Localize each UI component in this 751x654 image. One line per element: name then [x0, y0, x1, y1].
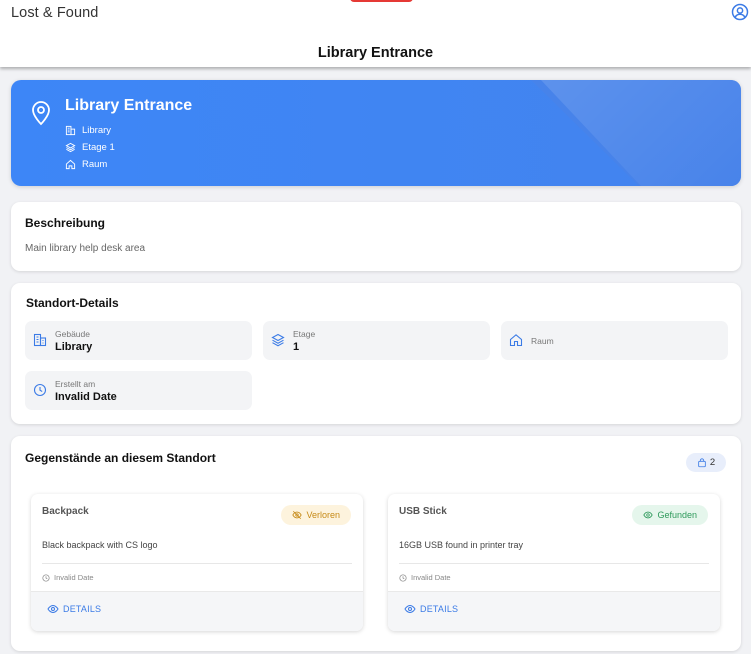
- detail-created: Erstellt am Invalid Date: [25, 371, 252, 410]
- clock-icon: [33, 383, 47, 397]
- status-badge-lost: Verloren: [281, 505, 351, 525]
- map-pin-icon: [32, 101, 50, 126]
- item-description: Black backpack with CS logo: [42, 540, 158, 550]
- hero-building-row: Library: [65, 123, 111, 137]
- app-bar: Lost & Found Library Entrance: [0, 0, 751, 67]
- item-date: Invalid Date: [399, 573, 451, 582]
- detail-building: Gebäude Library: [25, 321, 252, 360]
- divider: [42, 563, 352, 564]
- building-icon: [65, 125, 76, 135]
- items-count-badge: 2: [686, 453, 726, 472]
- hero-decoration-light: [541, 80, 741, 186]
- hero-building: Library: [82, 124, 112, 136]
- divider: [399, 563, 709, 564]
- clock-icon: [399, 573, 407, 582]
- item-footer: DETAILS: [31, 591, 363, 631]
- location-details-card: Standort-Details Gebäude Library Etage 1…: [11, 283, 741, 424]
- eye-off-icon: [292, 510, 303, 520]
- details-button-label: DETAILS: [63, 604, 102, 614]
- building-icon: [33, 333, 47, 347]
- detail-floor: Etage 1: [263, 321, 490, 360]
- eye-icon: [47, 604, 59, 614]
- description-text: Main library help desk area: [25, 243, 146, 254]
- item-name: Backpack: [42, 506, 89, 517]
- item-description: 16GB USB found in printer tray: [399, 540, 524, 550]
- detail-created-value: Invalid Date: [55, 391, 117, 403]
- home-icon: [65, 159, 76, 169]
- app-name: Lost & Found: [11, 5, 99, 21]
- detail-room: Raum: [501, 321, 728, 360]
- bag-icon: [698, 457, 706, 467]
- status-label: Verloren: [306, 510, 340, 520]
- clock-icon: [42, 573, 50, 582]
- detail-building-label: Gebäude: [55, 329, 90, 339]
- details-button[interactable]: DETAILS: [404, 603, 458, 615]
- layers-icon: [271, 333, 285, 347]
- red-indicator-tab: [350, 0, 413, 2]
- hero-room: Raum: [82, 158, 108, 170]
- layers-icon: [65, 142, 76, 152]
- items-count: 2: [709, 457, 716, 468]
- hero-floor: Etage 1: [82, 141, 115, 153]
- details-title: Standort-Details: [26, 296, 119, 310]
- status-badge-found: Gefunden: [632, 505, 708, 525]
- eye-icon: [643, 511, 654, 519]
- user-circle-icon[interactable]: [731, 3, 749, 21]
- detail-floor-label: Etage: [293, 329, 316, 339]
- item-date-text: Invalid Date: [411, 573, 451, 582]
- location-hero-card: Library Entrance Library Etage 1 Raum: [11, 80, 741, 186]
- location-title: Library Entrance: [65, 97, 193, 114]
- detail-created-label: Erstellt am: [55, 379, 96, 389]
- item-date-text: Invalid Date: [54, 573, 94, 582]
- item-footer: DETAILS: [388, 591, 720, 631]
- page-title: Library Entrance: [317, 45, 434, 61]
- detail-room-label: Raum: [531, 336, 554, 346]
- details-button-label: DETAILS: [420, 604, 459, 614]
- item-card[interactable]: USB Stick Gefunden 16GB USB found in pri…: [388, 494, 720, 631]
- details-button[interactable]: DETAILS: [47, 603, 101, 615]
- item-name: USB Stick: [399, 506, 447, 517]
- item-card[interactable]: Backpack Verloren Black backpack with CS…: [31, 494, 363, 631]
- items-title: Gegenstände an diesem Standort: [25, 451, 216, 465]
- item-date: Invalid Date: [42, 573, 94, 582]
- eye-icon: [404, 604, 416, 614]
- detail-floor-value: 1: [293, 341, 300, 353]
- detail-building-value: Library: [55, 341, 93, 353]
- description-title: Beschreibung: [25, 216, 106, 230]
- home-icon: [509, 334, 523, 347]
- hero-floor-row: Etage 1: [65, 140, 115, 154]
- items-card: Gegenstände an diesem Standort 2 Backpac…: [11, 436, 741, 651]
- hero-room-row: Raum: [65, 157, 107, 171]
- status-label: Gefunden: [657, 510, 697, 520]
- description-card: Beschreibung Main library help desk area: [11, 202, 741, 271]
